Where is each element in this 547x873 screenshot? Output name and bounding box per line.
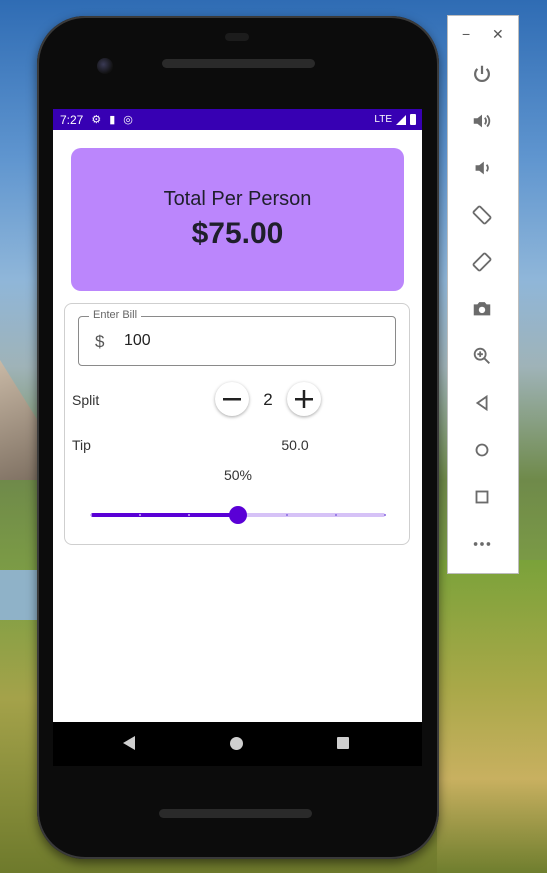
camera-icon[interactable]	[468, 295, 496, 323]
minus-icon	[223, 398, 241, 401]
power-icon[interactable]	[468, 60, 496, 88]
proximity-sensor	[225, 33, 249, 41]
dollar-icon: $	[95, 332, 105, 351]
slider-track-active	[91, 513, 238, 517]
slider-tick	[188, 514, 190, 516]
slider-tick	[90, 514, 92, 516]
battery-icon	[410, 114, 416, 125]
status-bar: 7:27 ⚙ ▮ ◎ LTE	[53, 109, 422, 130]
decrease-split-button[interactable]	[215, 382, 249, 416]
slider-tick	[335, 514, 337, 516]
slider-tick	[384, 514, 386, 516]
background-field	[437, 560, 547, 873]
zoom-icon[interactable]	[468, 342, 496, 370]
network-type: LTE	[374, 114, 392, 125]
tip-percent: 50%	[223, 467, 253, 483]
nav-home-icon[interactable]	[230, 737, 243, 750]
total-title: Total Per Person	[163, 188, 312, 210]
total-per-person-card: Total Per Person $75.00	[71, 148, 404, 291]
slider-tick	[286, 514, 288, 516]
signal-icon	[396, 114, 406, 125]
volume-down-icon[interactable]	[468, 154, 496, 182]
tip-label: Tip	[72, 437, 91, 453]
rotate-right-icon[interactable]	[468, 248, 496, 276]
total-amount: $75.00	[191, 217, 284, 250]
close-icon[interactable]: ✕	[492, 26, 504, 43]
overview-icon[interactable]	[468, 483, 496, 511]
nav-back-icon[interactable]	[123, 736, 135, 750]
bill-field[interactable]: Enter Bill $	[78, 309, 396, 366]
back-icon[interactable]	[468, 389, 496, 417]
bill-input[interactable]	[124, 332, 324, 350]
plus-icon	[295, 390, 313, 408]
tip-amount: 50.0	[281, 437, 309, 453]
increase-split-button[interactable]	[287, 382, 321, 416]
status-time: 7:27	[60, 112, 84, 127]
split-count: 2	[263, 390, 273, 409]
front-camera-icon	[97, 58, 113, 74]
rotate-left-icon[interactable]	[468, 201, 496, 229]
device-screen: 7:27 ⚙ ▮ ◎ LTE Total Per Person $75.00 E…	[53, 109, 422, 722]
sync-icon: ◎	[123, 114, 133, 126]
tip-slider[interactable]	[90, 504, 386, 526]
earpiece-speaker	[162, 59, 315, 68]
home-icon[interactable]	[468, 436, 496, 464]
slider-tick	[139, 514, 141, 516]
sd-card-icon: ▮	[109, 114, 116, 126]
bill-form-card: Enter Bill $ Split 2 Tip 50.0 50%	[64, 303, 410, 545]
bottom-speaker	[159, 809, 312, 818]
android-nav-bar	[53, 722, 422, 766]
bill-field-label: Enter Bill	[89, 309, 142, 321]
volume-up-icon[interactable]	[468, 107, 496, 135]
settings-icon: ⚙	[91, 114, 102, 126]
nav-recent-apps-icon[interactable]	[337, 737, 349, 749]
more-icon[interactable]	[468, 530, 496, 558]
slider-thumb[interactable]	[229, 506, 247, 524]
split-label: Split	[72, 392, 100, 408]
emulator-toolbar: − ✕	[447, 15, 519, 574]
minimize-icon[interactable]: −	[462, 26, 470, 42]
